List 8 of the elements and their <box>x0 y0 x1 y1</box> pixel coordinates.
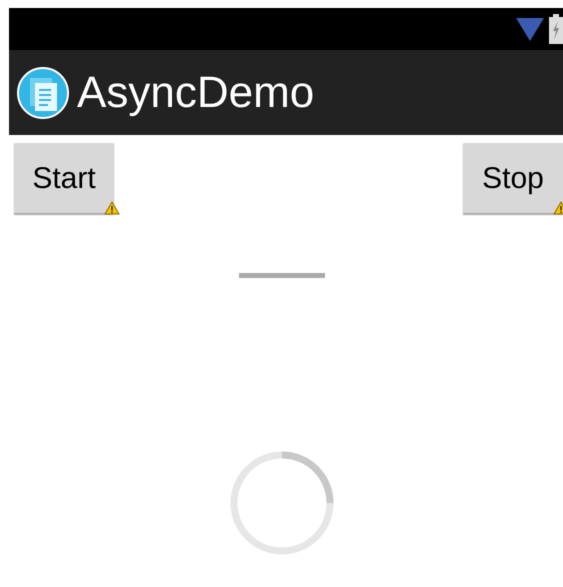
app-title: AsyncDemo <box>77 70 314 114</box>
action-button[interactable]: Stop <box>463 143 563 213</box>
wifi-icon <box>515 16 545 42</box>
action-button[interactable]: Start <box>14 143 114 213</box>
battery-icon <box>549 14 563 44</box>
warning-icon <box>104 201 120 215</box>
loading-spinner-icon <box>228 450 334 556</box>
app-icon <box>17 66 69 118</box>
